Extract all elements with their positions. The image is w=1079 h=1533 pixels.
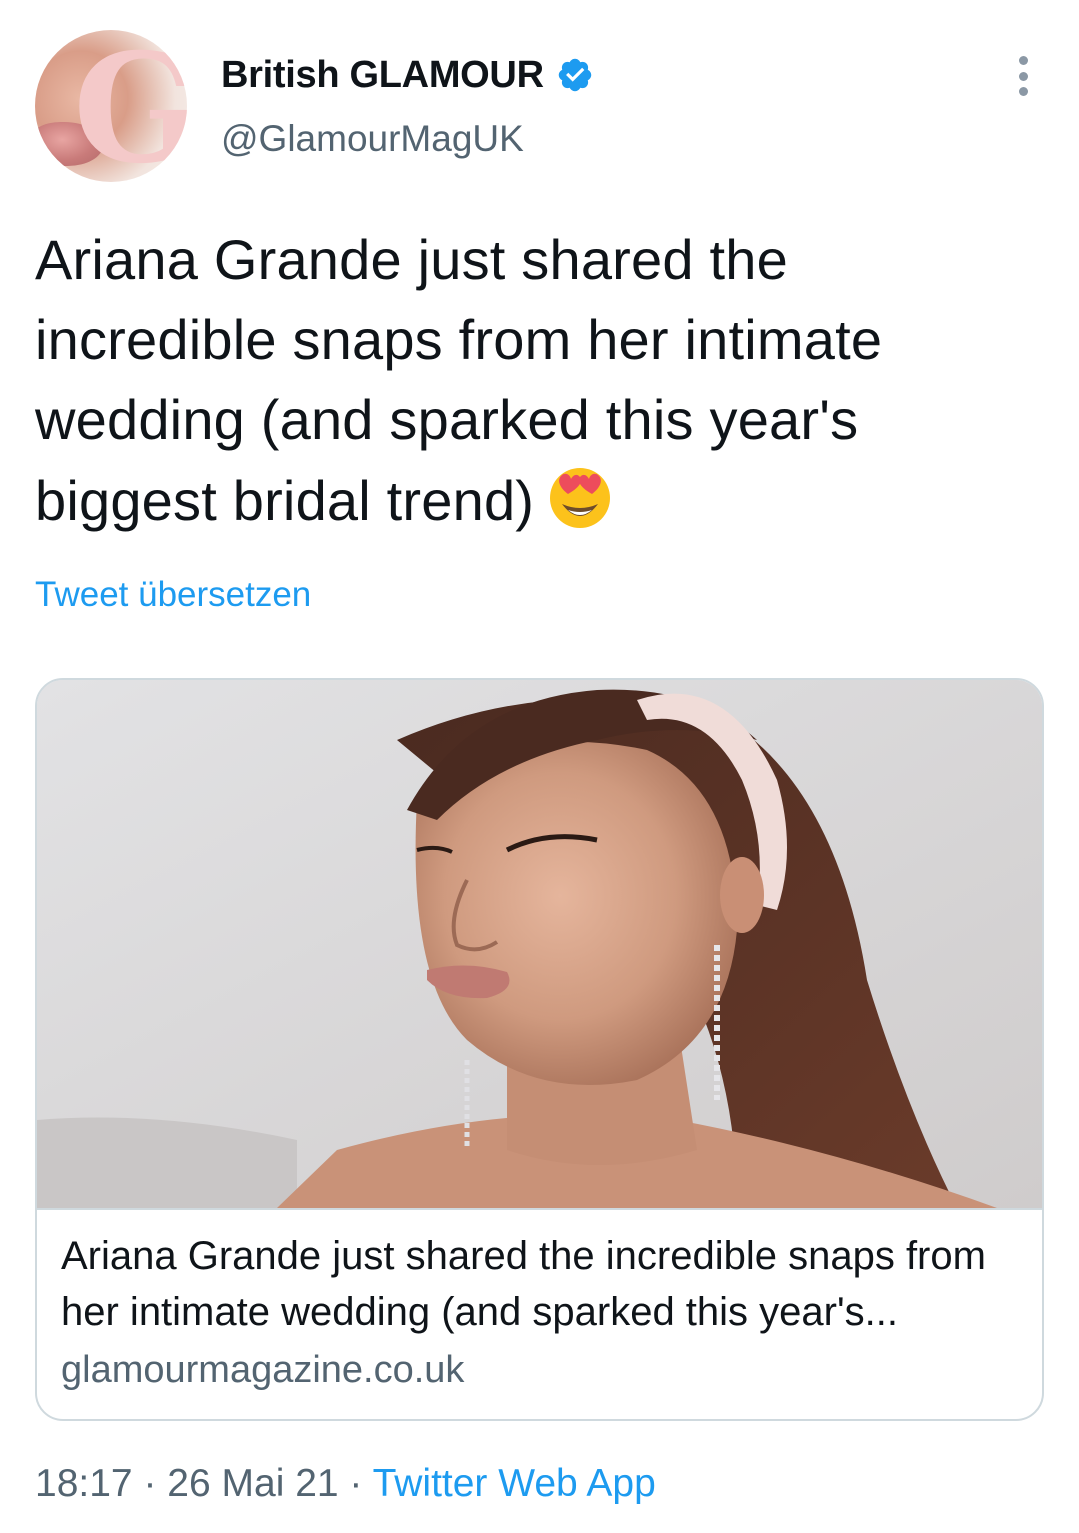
link-card-domain[interactable]: glamourmagazine.co.uk: [61, 1342, 1026, 1398]
meta-separator: ·: [349, 1462, 363, 1505]
link-card-text[interactable]: Ariana Grande just shared the incredible…: [61, 1228, 1026, 1398]
smiling-face-with-heart-eyes-icon: [550, 468, 611, 528]
dot: [1018, 71, 1028, 81]
tweet-meta: 18:17 · 26 Mai 21 · Twitter Web App: [35, 1462, 656, 1506]
tweet-text: Ariana Grande just shared the incredible…: [35, 220, 1025, 541]
tweet-date[interactable]: 26 Mai 21: [167, 1462, 338, 1505]
author-name-row[interactable]: British GLAMOUR: [221, 50, 594, 100]
tweet: G British GLAMOUR @GlamourMagUK Ariana G…: [0, 0, 1079, 1533]
dot: [1018, 56, 1028, 65]
dot: [1018, 87, 1028, 96]
tweet-text-content: Ariana Grande just shared the incredible…: [35, 228, 883, 532]
author-handle[interactable]: @GlamourMagUK: [221, 118, 524, 160]
avatar[interactable]: G: [35, 30, 187, 182]
photo-of-woman-with-headband: [37, 680, 1042, 1208]
more-options-icon[interactable]: [1010, 56, 1036, 96]
link-card-title[interactable]: Ariana Grande just shared the incredible…: [61, 1228, 1026, 1340]
author-display-name[interactable]: British GLAMOUR: [221, 54, 544, 97]
verified-badge-icon: [558, 58, 591, 92]
link-card-image[interactable]: [37, 680, 1042, 1210]
meta-separator: ·: [143, 1462, 157, 1505]
tweet-source-app[interactable]: Twitter Web App: [373, 1462, 656, 1505]
avatar-logo-letter: G: [73, 30, 187, 182]
link-card[interactable]: Ariana Grande just shared the incredible…: [35, 678, 1044, 1421]
translate-tweet-link[interactable]: Tweet übersetzen: [35, 575, 311, 615]
tweet-time[interactable]: 18:17: [35, 1462, 133, 1505]
